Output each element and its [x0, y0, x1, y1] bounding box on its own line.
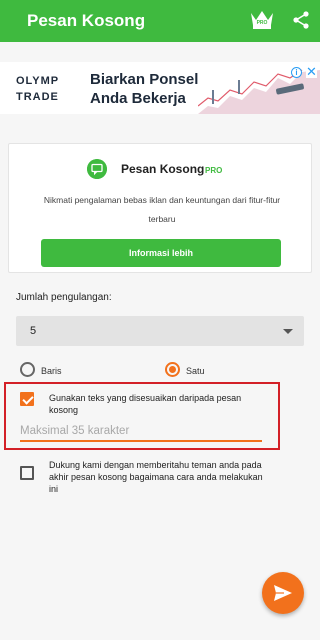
pro-promo-card: Pesan Kosong PRO Nikmati pengalaman beba… — [8, 143, 312, 273]
chat-bubble-icon — [87, 159, 107, 179]
crown-pro-icon[interactable]: PRO — [249, 9, 275, 31]
more-info-button[interactable]: Informasi lebih — [41, 239, 281, 267]
ad-logo-line1: OLYMP — [16, 75, 60, 87]
pro-label: PRO — [205, 166, 223, 175]
custom-text-input[interactable] — [20, 421, 262, 442]
radio-satu-label: Satu — [186, 366, 205, 376]
repeat-count-value: 5 — [30, 325, 37, 337]
pro-card-description: Nikmati pengalaman bebas iklan dan keunt… — [43, 195, 281, 224]
ad-chart-graphic — [198, 69, 320, 114]
pro-card-title: Pesan Kosong — [121, 162, 205, 176]
ad-logo-line2: TRADE — [16, 91, 59, 103]
ad-close-icon[interactable]: ✕ — [306, 65, 317, 78]
support-checkbox[interactable] — [20, 466, 34, 480]
custom-text-checkbox[interactable] — [20, 392, 34, 406]
send-button[interactable] — [262, 572, 304, 614]
ad-info-icon[interactable]: i — [291, 67, 302, 78]
repeat-count-label: Jumlah pengulangan: — [16, 292, 112, 303]
crown-pro-badge: PRO — [257, 20, 268, 26]
app-bar: Pesan Kosong PRO — [0, 0, 320, 42]
custom-text-label: Gunakan teks yang disesuaikan daripada p… — [49, 393, 242, 415]
radio-baris-label: Baris — [41, 366, 62, 376]
share-icon[interactable] — [292, 11, 310, 29]
app-title: Pesan Kosong — [27, 11, 146, 30]
radio-baris[interactable] — [20, 362, 35, 377]
support-label: Dukung kami dengan memberitahu teman and… — [49, 460, 263, 494]
chevron-down-icon — [283, 329, 293, 334]
repeat-count-dropdown[interactable]: 5 — [16, 316, 304, 346]
radio-satu[interactable] — [165, 362, 180, 377]
send-icon — [274, 585, 292, 601]
ad-banner[interactable]: OLYMP TRADE Biarkan Ponsel Anda Bekerja … — [0, 62, 320, 114]
